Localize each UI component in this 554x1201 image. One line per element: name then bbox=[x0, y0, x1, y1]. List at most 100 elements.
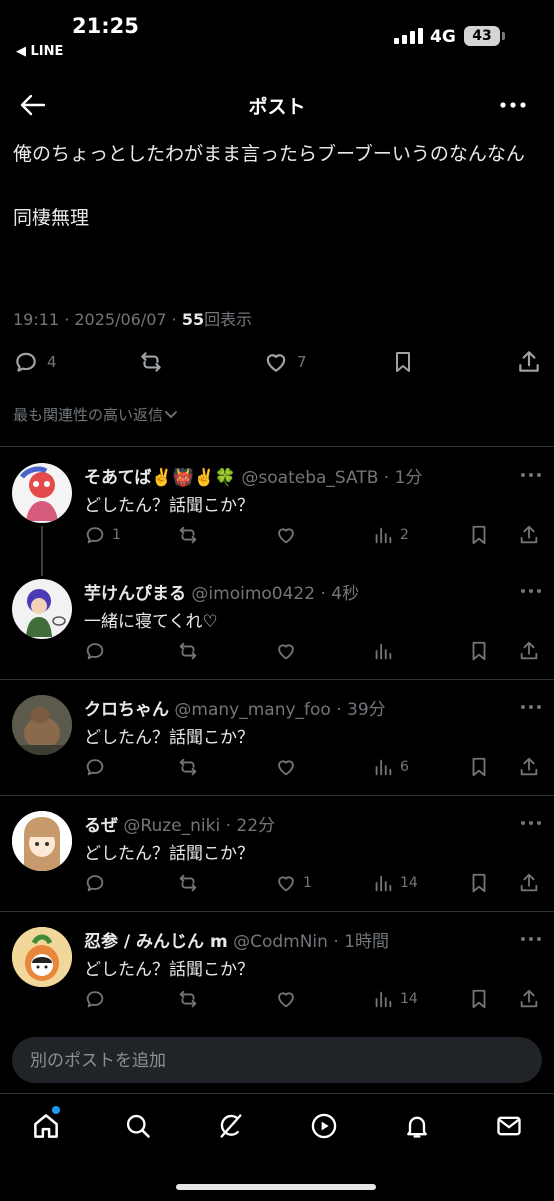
like-count: 1 bbox=[303, 875, 312, 891]
share-button[interactable] bbox=[518, 524, 540, 546]
views-button[interactable] bbox=[372, 640, 400, 662]
display-name[interactable]: るぜ bbox=[84, 816, 118, 836]
bookmark-button[interactable] bbox=[468, 524, 490, 546]
retweet-icon bbox=[179, 526, 197, 544]
reply-item[interactable]: 忍参 / みんじん m @CodmNin · 1時間 どしたん？話聞こか？ 14 bbox=[0, 912, 554, 1027]
share-icon bbox=[520, 873, 538, 892]
avatar[interactable] bbox=[12, 695, 72, 755]
more-icon[interactable] bbox=[518, 697, 544, 717]
retweet-button[interactable] bbox=[177, 756, 199, 778]
retweet-icon bbox=[179, 990, 197, 1008]
reply-button[interactable]: 4 bbox=[13, 349, 57, 375]
reply-item[interactable]: 芋けんぴまる @imoimo0422 · 4秒 一緒に寝てくれ♡ bbox=[0, 563, 554, 679]
reply-button[interactable] bbox=[84, 756, 112, 778]
reply-time: · 4秒 bbox=[320, 584, 360, 604]
compose-bar bbox=[12, 1037, 542, 1085]
avatar[interactable] bbox=[12, 463, 72, 523]
views-icon bbox=[375, 759, 392, 776]
user-handle[interactable]: @many_many_foo bbox=[174, 700, 330, 720]
reply-button[interactable]: 1 bbox=[84, 524, 121, 546]
reply-item[interactable]: るぜ @Ruze_niki · 22分 どしたん？話聞こか？ 1 14 bbox=[0, 796, 554, 911]
avatar[interactable] bbox=[12, 811, 72, 871]
post-meta: 19:11 · 2025/06/07 · 55回表示 bbox=[13, 306, 252, 330]
reply-header: 芋けんぴまる @imoimo0422 · 4秒 bbox=[84, 579, 359, 604]
retweet-button[interactable] bbox=[137, 349, 165, 375]
bookmark-button[interactable] bbox=[468, 872, 490, 894]
reply-button[interactable] bbox=[84, 988, 112, 1010]
more-icon[interactable] bbox=[518, 929, 544, 949]
more-icon[interactable] bbox=[518, 813, 544, 833]
mail-icon[interactable] bbox=[489, 1108, 529, 1144]
bookmark-button[interactable] bbox=[468, 988, 490, 1010]
display-name[interactable]: クロちゃん bbox=[84, 700, 169, 720]
share-button[interactable] bbox=[516, 349, 542, 375]
retweet-icon bbox=[179, 874, 197, 892]
display-name[interactable]: 芋けんぴまる bbox=[84, 584, 186, 604]
views-icon bbox=[375, 527, 392, 544]
reply-text: どしたん？話聞こか？ bbox=[84, 728, 254, 748]
reply-button[interactable] bbox=[84, 640, 112, 662]
more-icon[interactable] bbox=[498, 94, 528, 116]
bookmark-icon bbox=[396, 352, 410, 372]
reply-item[interactable]: クロちゃん @many_many_foo · 39分 どしたん？話聞こか？ 6 bbox=[0, 680, 554, 795]
retweet-button[interactable] bbox=[177, 640, 199, 662]
top-header: ポスト bbox=[0, 80, 554, 130]
post-text-line: 同棲無理 bbox=[13, 207, 90, 229]
reply-button[interactable] bbox=[84, 872, 112, 894]
views-button[interactable]: 14 bbox=[372, 872, 418, 894]
bookmark-button[interactable] bbox=[468, 756, 490, 778]
retweet-button[interactable] bbox=[177, 524, 199, 546]
user-handle[interactable]: @CodmNin bbox=[233, 932, 328, 952]
retweet-button[interactable] bbox=[177, 872, 199, 894]
like-button[interactable] bbox=[275, 988, 303, 1010]
display-name[interactable]: そあてば✌️👹✌️🍀 bbox=[84, 468, 236, 488]
like-button[interactable]: 1 bbox=[275, 872, 312, 894]
reply-icon bbox=[16, 352, 36, 372]
bookmark-icon bbox=[472, 757, 486, 777]
reply-icon bbox=[86, 643, 104, 660]
search-icon[interactable] bbox=[118, 1108, 158, 1144]
avatar[interactable] bbox=[12, 927, 72, 987]
view-count: 55 bbox=[181, 310, 205, 329]
display-name[interactable]: 忍参 / みんじん m bbox=[84, 932, 228, 952]
grok-icon[interactable] bbox=[211, 1108, 251, 1144]
cellular-signal-icon bbox=[394, 28, 424, 44]
post-body: 俺のちょっとしたわがまま言ったらブーブーいうのなんなん 同棲無理 bbox=[13, 138, 538, 234]
reply-header: クロちゃん @many_many_foo · 39分 bbox=[84, 695, 386, 720]
like-count: 7 bbox=[297, 353, 307, 371]
avatar[interactable] bbox=[12, 579, 72, 639]
home-icon[interactable] bbox=[26, 1108, 66, 1144]
user-handle[interactable]: @soateba_SATB bbox=[241, 468, 378, 488]
compose-input[interactable] bbox=[28, 1037, 522, 1085]
user-handle[interactable]: @imoimo0422 bbox=[191, 584, 315, 604]
heart-icon bbox=[278, 876, 294, 892]
reply-item[interactable]: そあてば✌️👹✌️🍀 @soateba_SATB · 1分 どしたん？話聞こか？… bbox=[0, 447, 554, 563]
views-button[interactable]: 2 bbox=[372, 524, 409, 546]
views-button[interactable]: 14 bbox=[372, 988, 418, 1010]
back-to-app-link[interactable]: ◀ LINE bbox=[16, 44, 63, 59]
bookmark-button[interactable] bbox=[391, 349, 415, 375]
bell-icon[interactable] bbox=[397, 1108, 437, 1144]
like-button[interactable] bbox=[275, 524, 303, 546]
post-timestamp: 19:11 · 2025/06/07 · bbox=[13, 310, 182, 329]
more-icon[interactable] bbox=[518, 465, 544, 485]
more-icon[interactable] bbox=[518, 581, 544, 601]
user-handle[interactable]: @Ruze_niki bbox=[123, 816, 220, 836]
reply-sort-dropdown[interactable]: 最も関連性の高い返信 bbox=[13, 404, 179, 425]
views-icon bbox=[375, 643, 392, 660]
share-button[interactable] bbox=[518, 756, 540, 778]
chevron-down-icon bbox=[165, 410, 177, 418]
like-button[interactable] bbox=[275, 756, 303, 778]
retweet-icon bbox=[179, 758, 197, 776]
battery-level: 43 bbox=[464, 26, 500, 46]
video-icon[interactable] bbox=[304, 1108, 344, 1144]
share-button[interactable] bbox=[518, 640, 540, 662]
like-button[interactable] bbox=[275, 640, 303, 662]
reply-text: どしたん？話聞こか？ bbox=[84, 844, 254, 864]
share-button[interactable] bbox=[518, 988, 540, 1010]
retweet-button[interactable] bbox=[177, 988, 199, 1010]
like-button[interactable]: 7 bbox=[263, 349, 307, 375]
views-button[interactable]: 6 bbox=[372, 756, 409, 778]
bookmark-button[interactable] bbox=[468, 640, 490, 662]
share-button[interactable] bbox=[518, 872, 540, 894]
